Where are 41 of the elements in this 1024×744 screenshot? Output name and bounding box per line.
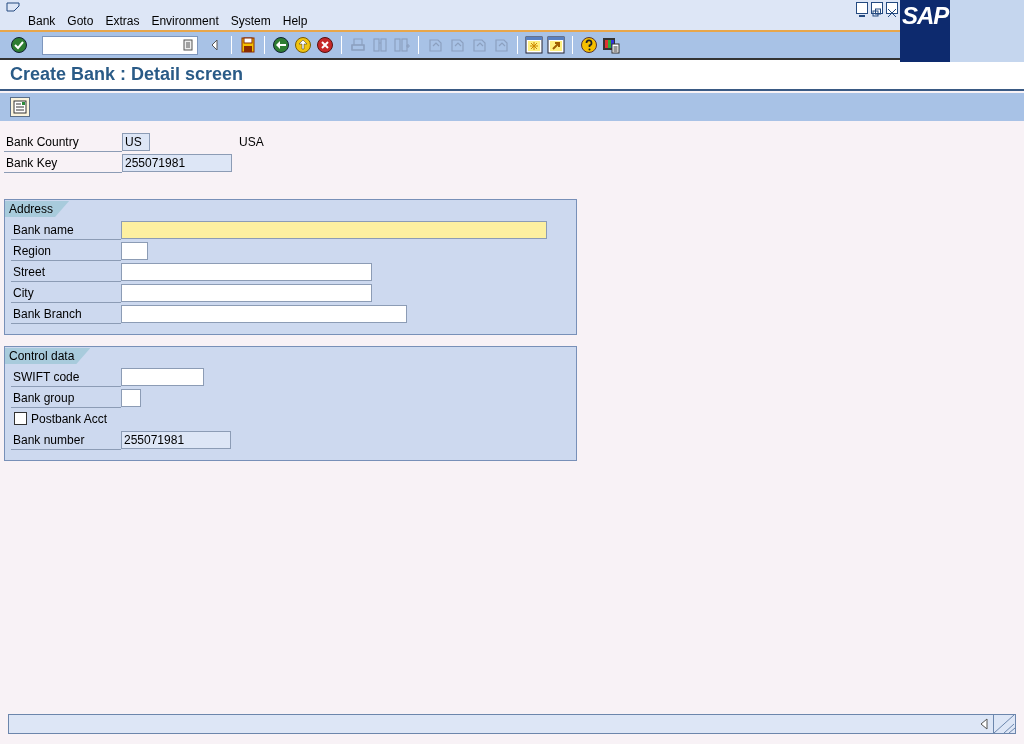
checkbox-label: Postbank Acct: [31, 410, 108, 428]
floppy-disk-icon[interactable]: [239, 36, 257, 54]
screen-title: Create Bank : Detail screen: [10, 63, 244, 86]
logo: SAP: [902, 2, 950, 30]
check-icon[interactable]: [10, 36, 28, 54]
shortcut-window-icon[interactable]: [547, 36, 565, 54]
group-title: Address: [5, 201, 70, 217]
cancel-icon[interactable]: [316, 36, 334, 54]
input-field[interactable]: [121, 283, 372, 302]
input-field[interactable]: [121, 304, 407, 323]
command-field[interactable]: [42, 35, 198, 55]
close-button[interactable]: [886, 2, 898, 14]
display-field: 255071981: [121, 430, 231, 449]
menu-item[interactable]: Help: [276, 14, 314, 28]
layout-icon[interactable]: [602, 36, 620, 54]
new-window-icon[interactable]: [525, 36, 543, 54]
input-field[interactable]: [121, 262, 372, 281]
menu-item[interactable]: Bank: [22, 14, 62, 28]
input-field[interactable]: [121, 241, 148, 260]
up-arrow-icon[interactable]: [294, 36, 312, 54]
minimize-button[interactable]: [856, 2, 868, 14]
menu-item[interactable]: Goto: [61, 14, 100, 28]
menu-item[interactable]: System: [224, 14, 277, 28]
input-field[interactable]: [121, 220, 547, 239]
question-mark-icon[interactable]: [580, 36, 598, 54]
document-button[interactable]: [10, 97, 30, 117]
resize-grip-icon[interactable]: [993, 715, 1015, 733]
input-field[interactable]: [121, 367, 204, 386]
field-description: USA: [239, 133, 264, 151]
input-field[interactable]: [121, 388, 141, 407]
display-field: US: [122, 132, 150, 151]
checkbox[interactable]: [14, 412, 27, 425]
menu-icon[interactable]: [6, 2, 20, 13]
display-field: 255071981: [122, 153, 232, 172]
menu-item[interactable]: Extras: [99, 14, 146, 28]
group-title: Control data: [5, 348, 91, 364]
triangle-left-icon[interactable]: [979, 718, 989, 730]
restore-button[interactable]: [871, 2, 883, 14]
list-icon[interactable]: [183, 39, 193, 51]
menu-item[interactable]: Environment: [145, 14, 225, 28]
back-arrow-icon[interactable]: [272, 36, 290, 54]
